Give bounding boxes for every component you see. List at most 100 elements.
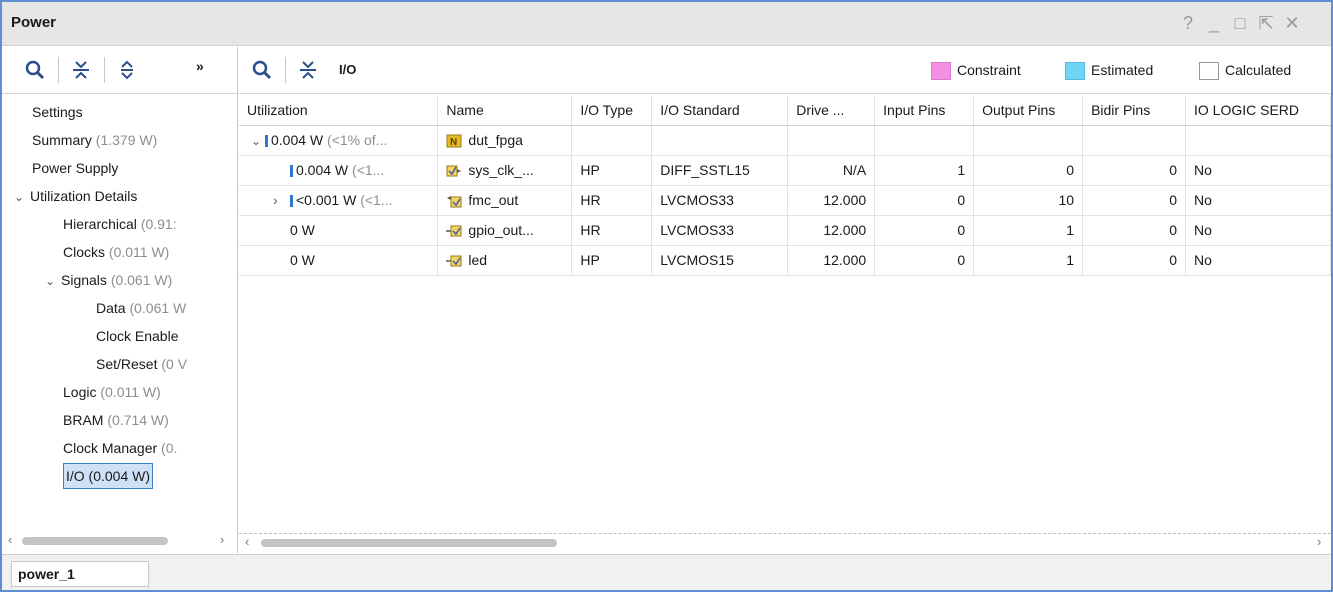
drive-cell: 12.000: [787, 245, 876, 276]
tree-item-summary[interactable]: Summary (1.379 W): [32, 127, 157, 153]
help-icon[interactable]: ?: [1177, 12, 1199, 34]
column-header-drive[interactable]: Drive ...: [787, 95, 876, 126]
utilization-cell: ⌄ 0.004 W (<1% of...: [239, 125, 439, 156]
more-icon[interactable]: »: [196, 58, 204, 74]
estimated-swatch: [1065, 62, 1085, 81]
drive-cell: 12.000: [787, 185, 876, 216]
tree-item-label: Settings: [32, 104, 83, 120]
tree-item-detail: (0.91:: [140, 216, 177, 232]
tree-item-label: Logic: [63, 384, 97, 400]
chip-icon: N: [446, 134, 462, 148]
left-toolbar: »: [2, 47, 237, 94]
table-row[interactable]: 0 W led HP LVCMOS15 12.000 0 1 0 No: [239, 245, 1331, 276]
collapse-all-icon[interactable]: [70, 59, 92, 81]
scrollbar-thumb[interactable]: [22, 537, 168, 545]
io-standard-cell: DIFF_SSTL15: [651, 155, 789, 186]
tab-power-1[interactable]: power_1: [11, 561, 149, 587]
tree-item-power-supply[interactable]: Power Supply: [32, 155, 118, 181]
chevron-down-icon[interactable]: ⌄: [251, 134, 265, 148]
close-icon[interactable]: ✕: [1281, 12, 1303, 34]
tree-item-detail: (0.714 W): [107, 412, 169, 428]
utilization-percent: (<1% of...: [327, 132, 388, 148]
tree-item-settings[interactable]: Settings: [32, 99, 83, 125]
column-header-io-standard[interactable]: I/O Standard: [651, 95, 789, 126]
collapse-all-icon[interactable]: [297, 59, 319, 81]
column-header-bidir-pins[interactable]: Bidir Pins: [1082, 95, 1186, 126]
scrollbar-thumb[interactable]: [261, 539, 557, 547]
table-row[interactable]: › <0.001 W (<1... fmc_out HR LVCMOS33 12.…: [239, 185, 1331, 216]
scroll-left-icon[interactable]: ‹: [8, 532, 12, 547]
bidir-pins-cell: [1082, 125, 1186, 156]
io-standard-cell: LVCMOS15: [651, 245, 789, 276]
scroll-right-icon[interactable]: ›: [1317, 534, 1321, 549]
tree-item-logic[interactable]: Logic (0.011 W): [63, 379, 161, 405]
search-icon[interactable]: [251, 59, 273, 81]
io-logic-serdes-cell: No: [1185, 155, 1331, 186]
io-logic-serdes-cell: No: [1185, 185, 1331, 216]
expand-all-icon[interactable]: [116, 59, 138, 81]
utilization-value: 0 W: [290, 252, 315, 268]
utilization-bar: [290, 195, 293, 208]
chevron-down-icon[interactable]: ⌄: [14, 184, 30, 209]
column-header-input-pins[interactable]: Input Pins: [874, 95, 975, 126]
tree-item-detail: (0.061 W: [129, 300, 187, 316]
tree-item-data[interactable]: Data (0.061 W: [96, 295, 235, 321]
input-pins-cell: 0: [874, 245, 975, 276]
column-header-io-logic-serdes[interactable]: IO LOGIC SERD: [1185, 95, 1331, 126]
bidir-pins-cell: 0: [1082, 185, 1186, 216]
column-header-output-pins[interactable]: Output Pins: [973, 95, 1084, 126]
tree-item-utilization-details[interactable]: ⌄ Utilization Details: [14, 183, 137, 209]
output-port-icon: [446, 224, 462, 238]
column-header-name[interactable]: Name: [437, 95, 573, 126]
io-type-cell: HR: [571, 215, 653, 246]
window-title: Power: [11, 14, 57, 31]
tree-item-hierarchical[interactable]: Hierarchical (0.91:: [63, 211, 235, 237]
tree-item-label: Summary: [32, 132, 92, 148]
float-icon[interactable]: ⇱: [1255, 12, 1277, 34]
search-icon[interactable]: [24, 59, 46, 81]
drive-cell: 12.000: [787, 215, 876, 246]
port-name: led: [468, 251, 488, 268]
column-header-utilization[interactable]: Utilization: [239, 95, 439, 126]
diff-port-icon: [446, 164, 462, 178]
minimize-icon[interactable]: _: [1203, 12, 1225, 34]
tree-item-detail: (0.061 W): [110, 272, 173, 288]
toolbar-divider: [285, 57, 286, 83]
constraint-swatch: [931, 62, 951, 81]
name-cell: gpio_out...: [437, 215, 573, 246]
tree-item-clocks[interactable]: Clocks (0.011 W): [63, 239, 169, 265]
bidir-pins-cell: 0: [1082, 245, 1186, 276]
io-type-cell: HR: [571, 185, 653, 216]
svg-text:N: N: [450, 137, 457, 148]
legend-estimated: Estimated: [1065, 62, 1153, 81]
tree-item-io[interactable]: I/O (0.004 W): [63, 463, 154, 489]
tree-item-signals[interactable]: ⌄ Signals (0.061 W): [45, 267, 172, 293]
input-pins-cell: 0: [874, 215, 975, 246]
tree-item-bram[interactable]: BRAM (0.714 W): [63, 407, 169, 433]
maximize-icon[interactable]: □: [1229, 12, 1251, 34]
left-horizontal-scrollbar[interactable]: ‹ ›: [6, 532, 234, 549]
chevron-down-icon[interactable]: ⌄: [45, 268, 61, 293]
tree-item-set-reset[interactable]: Set/Reset (0 V: [96, 351, 235, 377]
tree-item-label: BRAM: [63, 412, 104, 428]
io-logic-serdes-cell: No: [1185, 245, 1331, 276]
table-row[interactable]: 0 W gpio_out... HR LVCMOS33 12.000 0 1 0…: [239, 215, 1331, 246]
tree-item-detail: (1.379 W): [95, 132, 158, 148]
tree-item-detail: (0.011 W): [108, 244, 170, 260]
scroll-right-icon[interactable]: ›: [220, 532, 224, 547]
chevron-right-icon[interactable]: ›: [273, 192, 290, 208]
bidir-pins-cell: 0: [1082, 215, 1186, 246]
tree-item-clock-manager[interactable]: Clock Manager (0.: [63, 435, 235, 461]
table-row[interactable]: ⌄ 0.004 W (<1% of... Ndut_fpga: [239, 125, 1331, 156]
utilization-bar: [265, 135, 268, 148]
output-port-icon: [446, 254, 462, 268]
utilization-value: <0.001 W: [296, 192, 357, 208]
scroll-left-icon[interactable]: ‹: [245, 534, 249, 549]
tree-item-clock-enable[interactable]: Clock Enable: [96, 323, 235, 349]
column-header-io-type[interactable]: I/O Type: [571, 95, 653, 126]
utilization-bar: [290, 165, 293, 178]
tree-item-detail: (0.011 W): [100, 384, 161, 400]
table-row[interactable]: 0.004 W (<1... sys_clk_... HP DIFF_SSTL1…: [239, 155, 1331, 186]
table-horizontal-scrollbar[interactable]: ‹ ›: [239, 533, 1331, 551]
output-pins-cell: 1: [973, 215, 1084, 246]
